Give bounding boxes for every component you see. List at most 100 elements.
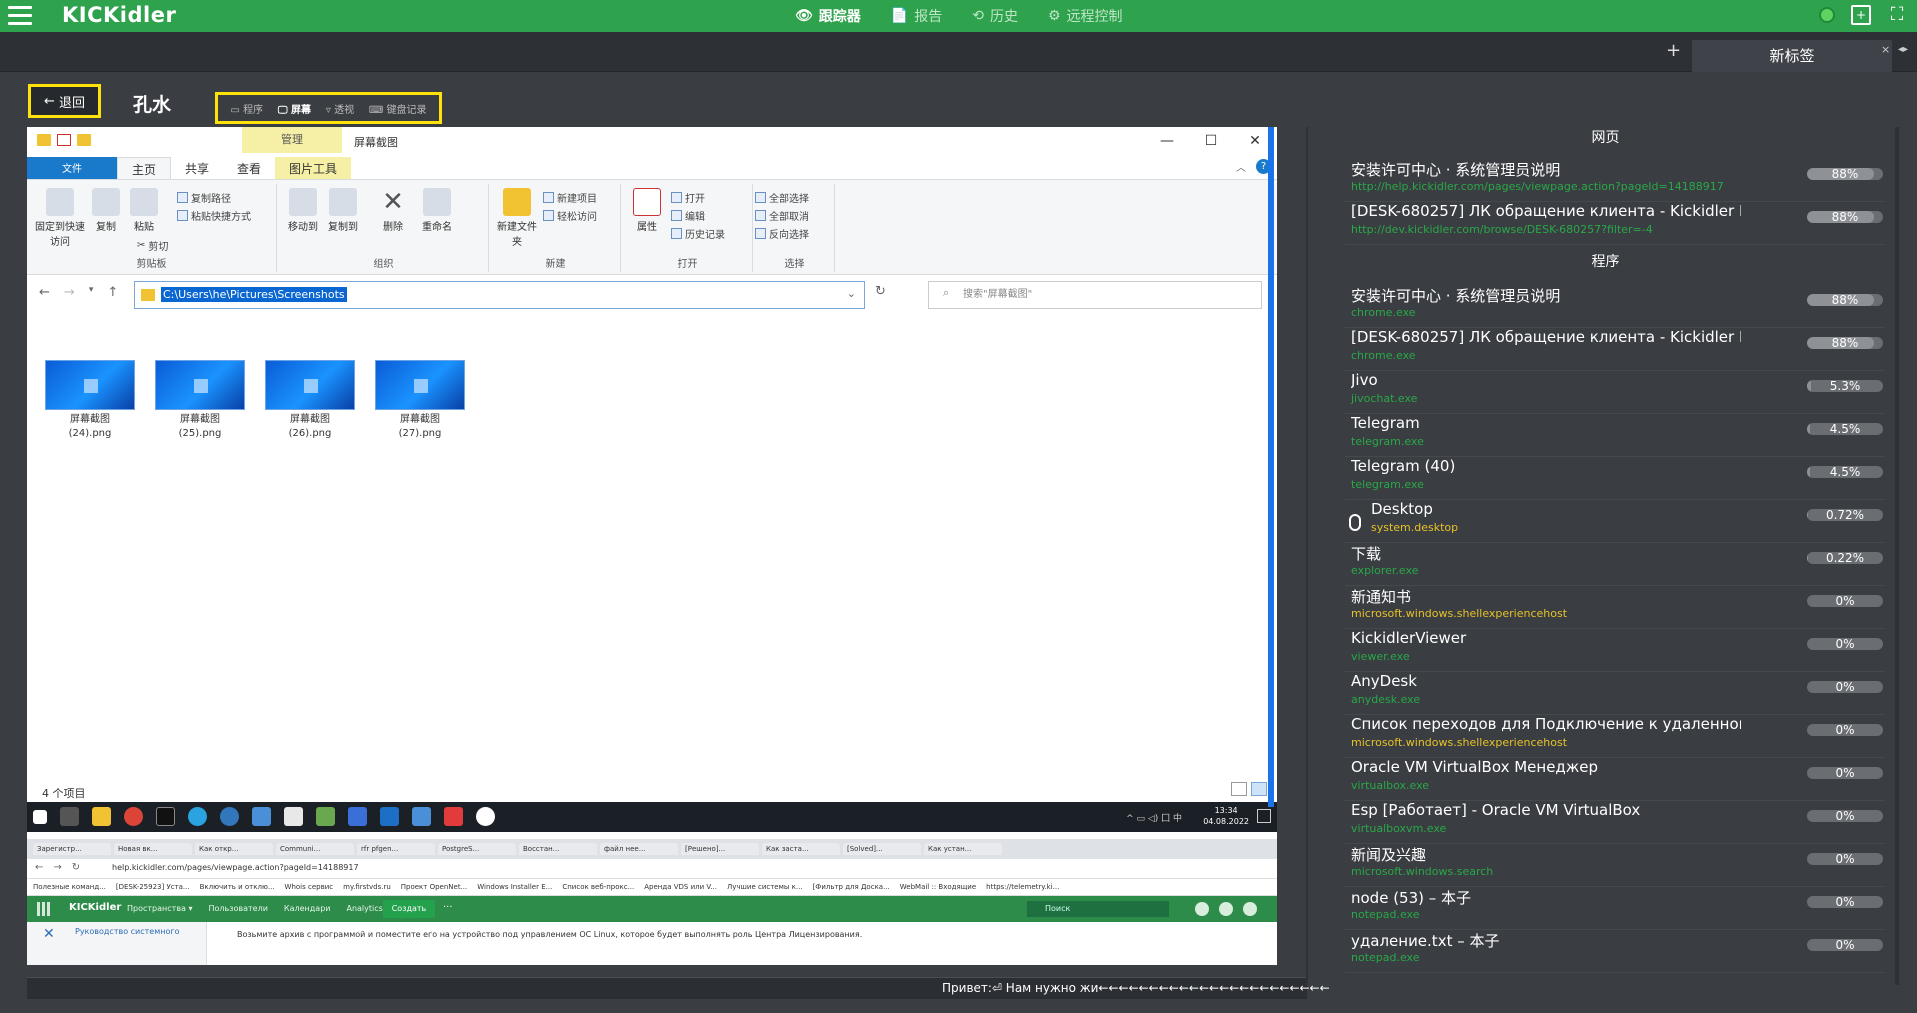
avatar[interactable] <box>1243 902 1257 916</box>
paste-button[interactable]: 粘贴 <box>127 188 161 233</box>
nav-tracker[interactable]: 👁 跟踪器 <box>795 6 861 26</box>
activity-row[interactable]: KickidlerViewer viewer.exe 0% <box>1345 629 1885 672</box>
select-none-button[interactable]: 全部取消 <box>755 208 809 223</box>
reload-icon[interactable]: ↻ <box>72 862 80 873</box>
virtualbox-icon[interactable] <box>380 807 399 826</box>
invert-selection-button[interactable]: 反向选择 <box>755 226 809 241</box>
nav-history[interactable]: ⟲ 历史 <box>972 6 1018 26</box>
notepad-icon[interactable] <box>316 807 335 826</box>
chevron-up-icon[interactable]: ︿ <box>1236 159 1246 174</box>
activity-row[interactable]: Telegram telegram.exe 4.5% <box>1345 414 1885 457</box>
activity-row[interactable]: Esp [Работает] - Oracle VM VirtualBox vir… <box>1345 801 1885 844</box>
telegram-icon[interactable] <box>188 807 207 826</box>
activity-row[interactable]: node (53) – 本子 notepad.exe 0% <box>1345 887 1885 930</box>
edit-button[interactable]: 编辑 <box>671 208 705 223</box>
app-grid-icon[interactable] <box>37 902 51 916</box>
tab-new[interactable]: 新标签 <box>1692 40 1892 72</box>
ribbon-tab-share[interactable]: 共享 <box>171 157 223 179</box>
activity-row[interactable]: 安装许可中心 · 系统管理员说明 http://help.kickidler.co… <box>1345 159 1885 202</box>
new-window-icon[interactable]: + <box>1851 5 1871 25</box>
easy-access-button[interactable]: 轻松访问 <box>543 208 597 223</box>
tab-scroll-arrows-icon[interactable]: ◂▸ <box>1898 44 1908 55</box>
fullscreen-icon[interactable]: ⛶ <box>1887 5 1907 25</box>
activity-row[interactable]: Jivo jivochat.exe 5.3% <box>1345 371 1885 414</box>
screen-view[interactable]: 管理 屏幕截图 — ☐ ✕ 文件 主页 共享 查看 图片工具 ︿ ? 固定到快速… <box>27 127 1277 965</box>
manage-tab[interactable]: 管理 <box>242 127 342 153</box>
new-folder-button[interactable]: 新建文件夹 <box>497 188 537 248</box>
browser-tab[interactable]: PostgreS... <box>438 843 516 855</box>
menu-analytics[interactable]: Analytics <box>346 904 382 913</box>
up-arrow-icon[interactable]: ↑ <box>107 285 118 300</box>
recent-chevron-icon[interactable]: ▾ <box>89 285 94 300</box>
folder-icon[interactable] <box>37 134 51 146</box>
app-logo[interactable]: KICKidler <box>62 3 176 27</box>
file-item[interactable]: 屏幕截图 (24).png <box>45 360 135 441</box>
back-arrow-icon[interactable]: ← <box>39 285 50 300</box>
confluence-search-input[interactable]: Поиск <box>1027 901 1169 917</box>
explorer-icon[interactable] <box>92 807 111 826</box>
add-tab-button[interactable]: + <box>1666 40 1681 61</box>
copy-button[interactable]: 复制 <box>89 188 123 233</box>
taskbar-clock[interactable]: 13:34 04.08.2022 <box>1203 805 1249 827</box>
menu-icon[interactable] <box>8 6 32 26</box>
ribbon-tab-file[interactable]: 文件 <box>27 157 117 179</box>
activity-row[interactable]: удаление.txt – 本子 notepad.exe 0% <box>1345 930 1885 973</box>
bookmark[interactable]: Аренда VDS или V... <box>644 883 717 891</box>
file-item[interactable]: 屏幕截图 (26).png <box>265 360 355 441</box>
properties-button[interactable]: 属性 <box>629 188 665 233</box>
system-tray-icons[interactable]: ^ ▭ ◁) 囗 中 <box>1126 811 1182 824</box>
menu-calendars[interactable]: Календари <box>284 904 331 913</box>
activity-source[interactable]: http://dev.kickidler.com/browse/DESK-680… <box>1351 223 1653 236</box>
browser-tab[interactable]: Новая вк... <box>114 843 192 855</box>
nav-reports[interactable]: 📄 报告 <box>891 6 942 26</box>
activity-row[interactable]: 安装许可中心 · 系统管理员说明 chrome.exe 88% <box>1345 285 1885 328</box>
create-button[interactable]: Создать <box>383 900 435 918</box>
activity-row[interactable]: Список переходов для Подключение к удале… <box>1345 715 1885 758</box>
bookmark[interactable]: [DESK-25923] Уста... <box>116 883 190 891</box>
cut-button[interactable]: ✂ 剪切 <box>137 238 168 253</box>
panel-scrollbar[interactable] <box>1895 127 1899 985</box>
edge-icon[interactable] <box>220 807 239 826</box>
view-tab-keylog[interactable]: ⌨ 键盘记录 <box>369 101 427 116</box>
browser-tab[interactable]: файл нее... <box>600 843 678 855</box>
view-tab-screen[interactable]: 🖵 屏幕 <box>278 101 311 116</box>
details-view-icon[interactable] <box>1231 782 1247 796</box>
anydesk-icon[interactable] <box>444 807 463 826</box>
browser-tab[interactable]: [Решено]... <box>681 843 759 855</box>
browser-tab[interactable]: Восстан... <box>519 843 597 855</box>
activity-row[interactable]: Desktop system.desktop 0.72% <box>1345 500 1885 543</box>
bookmark[interactable]: Список веб-прокс... <box>562 883 634 891</box>
browser-tab[interactable]: Как устан... <box>924 843 1002 855</box>
pin-quick-access-button[interactable]: 固定到快速访问 <box>35 188 85 248</box>
copy-path-button[interactable]: 复制路径 <box>177 190 231 205</box>
help-icon[interactable] <box>1195 902 1209 916</box>
minimize-icon[interactable]: — <box>1145 127 1189 155</box>
bookmark[interactable]: my.firstvds.ru <box>343 883 391 891</box>
browser-tab[interactable]: Communi... <box>276 843 354 855</box>
rename-button[interactable]: 重命名 <box>417 188 457 233</box>
browser-tab[interactable]: rfr pfgen... <box>357 843 435 855</box>
open-button[interactable]: 打开 <box>671 190 705 205</box>
back-button[interactable]: ← 退回 <box>28 84 101 118</box>
bookmark[interactable]: Whois сервис <box>285 883 334 891</box>
bookmark[interactable]: Windows Installer E... <box>477 883 552 891</box>
sidebar-title[interactable]: Руководство системного <box>75 927 179 936</box>
forward-arrow-icon[interactable]: → <box>53 862 61 873</box>
app-icon[interactable] <box>348 807 367 826</box>
activity-row[interactable]: 下载 explorer.exe 0.22% <box>1345 543 1885 586</box>
bookmark[interactable]: Включить и отклю... <box>200 883 275 891</box>
forward-arrow-icon[interactable]: → <box>64 285 75 300</box>
view-tab-perspective[interactable]: ▿ 透视 <box>326 101 354 116</box>
bookmark[interactable]: Проект OpenNet... <box>401 883 468 891</box>
paste-shortcut-button[interactable]: 粘贴快捷方式 <box>177 208 251 223</box>
refresh-icon[interactable]: ↻ <box>875 284 886 299</box>
select-all-button[interactable]: 全部选择 <box>755 190 809 205</box>
move-to-button[interactable]: 移动到 <box>285 188 321 233</box>
app-icon[interactable] <box>412 807 431 826</box>
nav-remote-control[interactable]: ⚙ 远程控制 <box>1048 6 1123 26</box>
view-tab-programs[interactable]: ▭ 程序 <box>230 101 263 116</box>
delete-button[interactable]: ✕ 删除 <box>375 188 411 233</box>
browser-url[interactable]: help.kickidler.com/pages/viewpage.action… <box>112 863 359 872</box>
menu-spaces[interactable]: Пространства ▾ <box>127 904 193 913</box>
activity-row[interactable]: [DESK-680257] ЛК обращение клиента - Kic… <box>1345 328 1885 371</box>
